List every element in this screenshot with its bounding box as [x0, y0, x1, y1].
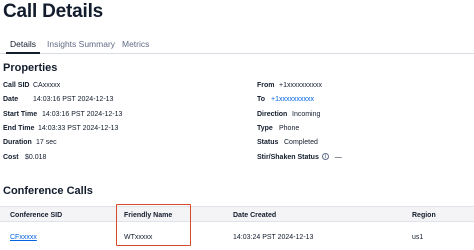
tab-insights-summary[interactable]: Insights Summary	[47, 38, 115, 51]
prop-call-sid: Call SID CAxxxxx	[3, 81, 60, 91]
tab-metrics[interactable]: Metrics	[122, 38, 149, 51]
prop-value: 14:03:16 PST 2024-12-13	[33, 96, 114, 103]
prop-stir-shaken-status: Stir/Shaken Status i —	[257, 153, 342, 163]
properties-heading: Properties	[3, 62, 58, 74]
prop-value: —	[334, 154, 342, 161]
prop-cost: Cost $0.018	[3, 153, 46, 163]
prop-end-time: End Time 14:03:33 PST 2024-12-13	[3, 124, 118, 134]
prop-date: Date 14:03:16 PST 2024-12-13	[3, 95, 113, 105]
conference-calls-heading: Conference Calls	[3, 185, 93, 197]
prop-label: Cost	[3, 154, 19, 161]
to-number-link[interactable]: +1xxxxxxxxxx	[271, 96, 314, 103]
prop-label: Date	[3, 96, 19, 103]
column-header-conference-sid: Conference SID	[10, 212, 63, 219]
tab-bar: Details Insights Summary Metrics	[0, 38, 474, 54]
prop-label: Start Time	[3, 111, 38, 118]
prop-label: Type	[257, 125, 273, 132]
prop-label: Call SID	[3, 82, 30, 89]
prop-value: 14:03:33 PST 2024-12-13	[38, 125, 119, 132]
region-cell: us1	[412, 234, 424, 241]
tab-details[interactable]: Details	[6, 38, 40, 54]
prop-label: Stir/Shaken Status	[257, 154, 319, 161]
conference-sid-link[interactable]: CFxxxxx	[10, 233, 37, 242]
prop-status: Status Completed	[257, 138, 318, 148]
prop-start-time: Start Time 14:03:16 PST 2024-12-13	[3, 110, 122, 120]
prop-label: End Time	[3, 125, 35, 132]
prop-value: +1xxxxxxxxxx	[279, 82, 322, 89]
prop-label: Duration	[3, 139, 32, 146]
prop-type: Type Phone	[257, 124, 299, 134]
conference-calls-table: Conference SID Friendly Name Date Create…	[0, 206, 474, 250]
prop-value: Incoming	[292, 111, 321, 118]
friendly-name-highlight-box	[116, 204, 191, 246]
prop-value: 14:03:16 PST 2024-12-13	[42, 111, 123, 118]
prop-to: To +1xxxxxxxxxx	[257, 95, 314, 105]
prop-label: Status	[257, 139, 279, 146]
prop-value: 17 sec	[36, 139, 57, 146]
prop-value: CAxxxxx	[33, 82, 61, 89]
page-title: Call Details	[3, 1, 104, 22]
prop-value: Completed	[284, 139, 318, 146]
prop-duration: Duration 17 sec	[3, 138, 57, 148]
info-circle-icon[interactable]: i	[321, 153, 329, 160]
table-header: Conference SID Friendly Name Date Create…	[0, 206, 474, 222]
prop-label: To	[257, 96, 266, 103]
prop-from: From +1xxxxxxxxxx	[257, 81, 322, 91]
prop-value: Phone	[279, 125, 300, 132]
prop-label: Direction	[257, 111, 288, 118]
column-header-date-created: Date Created	[233, 212, 277, 219]
prop-value: $0.018	[25, 154, 47, 161]
prop-label: From	[257, 82, 275, 89]
column-header-region: Region	[412, 212, 436, 219]
date-created-cell: 14:03:24 PST 2024-12-13	[233, 234, 314, 241]
prop-direction: Direction Incoming	[257, 110, 320, 120]
